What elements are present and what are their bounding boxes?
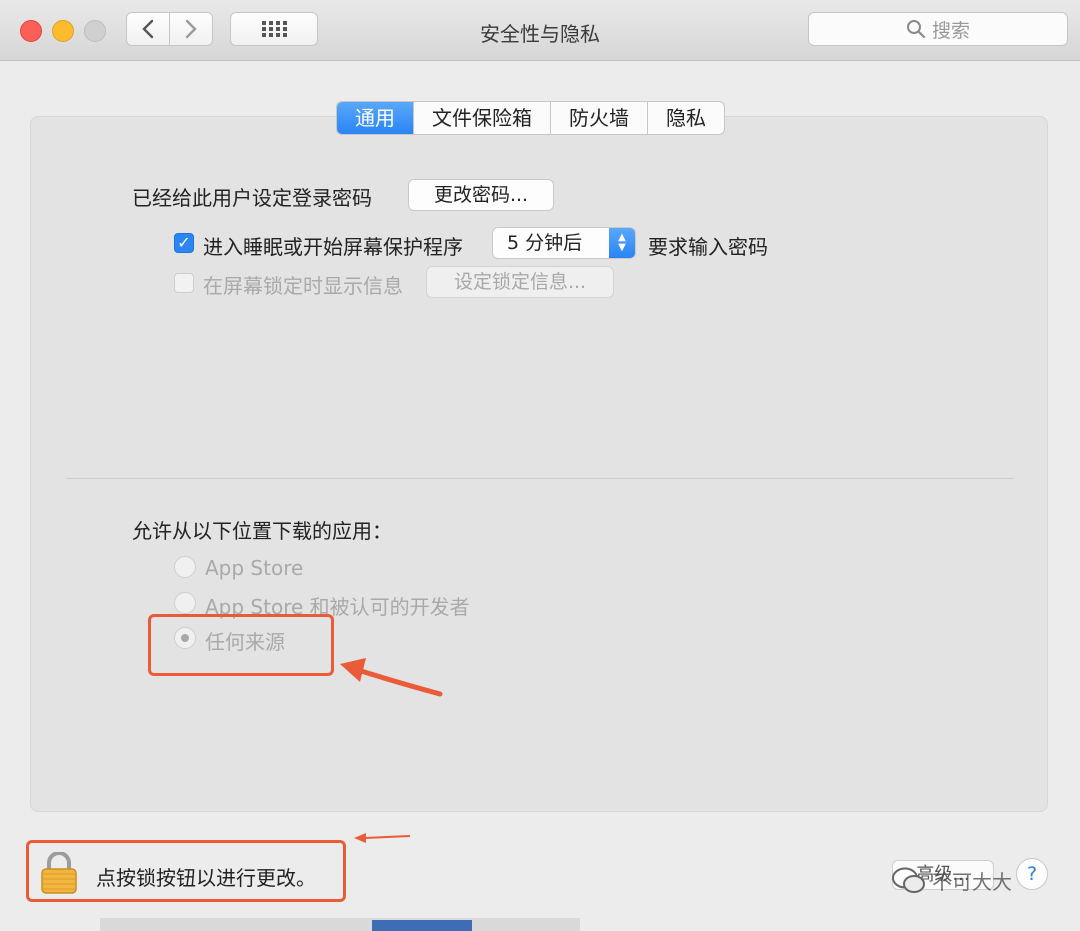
require-password-suffix: 要求输入密码: [648, 235, 768, 259]
tab-bar: 通用 文件保险箱 防火墙 隐私: [336, 101, 725, 135]
settings-panel: [30, 116, 1048, 812]
help-button[interactable]: ?: [1016, 858, 1048, 890]
section-divider: [66, 478, 1014, 479]
radio-app-store-label: App Store: [205, 556, 304, 580]
lock-icon[interactable]: [40, 852, 78, 894]
search-field[interactable]: 搜索: [808, 12, 1068, 46]
tab-filevault[interactable]: 文件保险箱: [414, 102, 551, 134]
radio-app-store-identified[interactable]: [174, 592, 196, 614]
background-window-edge-highlight: [372, 920, 472, 931]
wechat-icon: [892, 867, 925, 893]
downloads-heading: 允许从以下位置下载的应用：: [132, 519, 392, 543]
tab-privacy[interactable]: 隐私: [648, 102, 724, 134]
change-password-button[interactable]: 更改密码...: [408, 179, 554, 211]
watermark: 不可大大: [892, 866, 1012, 895]
set-lock-message-button[interactable]: 设定锁定信息...: [426, 266, 614, 298]
require-password-checkbox[interactable]: ✓: [174, 233, 194, 253]
lock-message-label: 在屏幕锁定时显示信息: [203, 274, 403, 298]
lock-instruction: 点按锁按钮以进行更改。: [96, 866, 316, 890]
background-window-edge: [100, 918, 580, 931]
lock-message-checkbox[interactable]: [174, 273, 194, 293]
search-icon: [906, 20, 926, 39]
select-stepper-icon: ▲ ▼: [609, 228, 635, 258]
require-password-label: 进入睡眠或开始屏幕保护程序: [203, 235, 463, 259]
annotation-arrow-icon: [354, 833, 411, 843]
tab-general[interactable]: 通用: [337, 102, 414, 134]
password-delay-value: 5 分钟后: [507, 232, 583, 254]
search-placeholder: 搜索: [931, 19, 970, 42]
annotation-arrow-icon: [340, 658, 443, 697]
password-delay-select[interactable]: 5 分钟后 ▲ ▼: [492, 227, 636, 259]
annotation-highlight-anywhere: [148, 614, 334, 676]
tab-firewall[interactable]: 防火墙: [551, 102, 648, 134]
password-set-label: 已经给此用户设定登录密码: [132, 186, 372, 210]
radio-app-store[interactable]: [174, 556, 196, 578]
watermark-text: 不可大大: [932, 870, 1012, 894]
